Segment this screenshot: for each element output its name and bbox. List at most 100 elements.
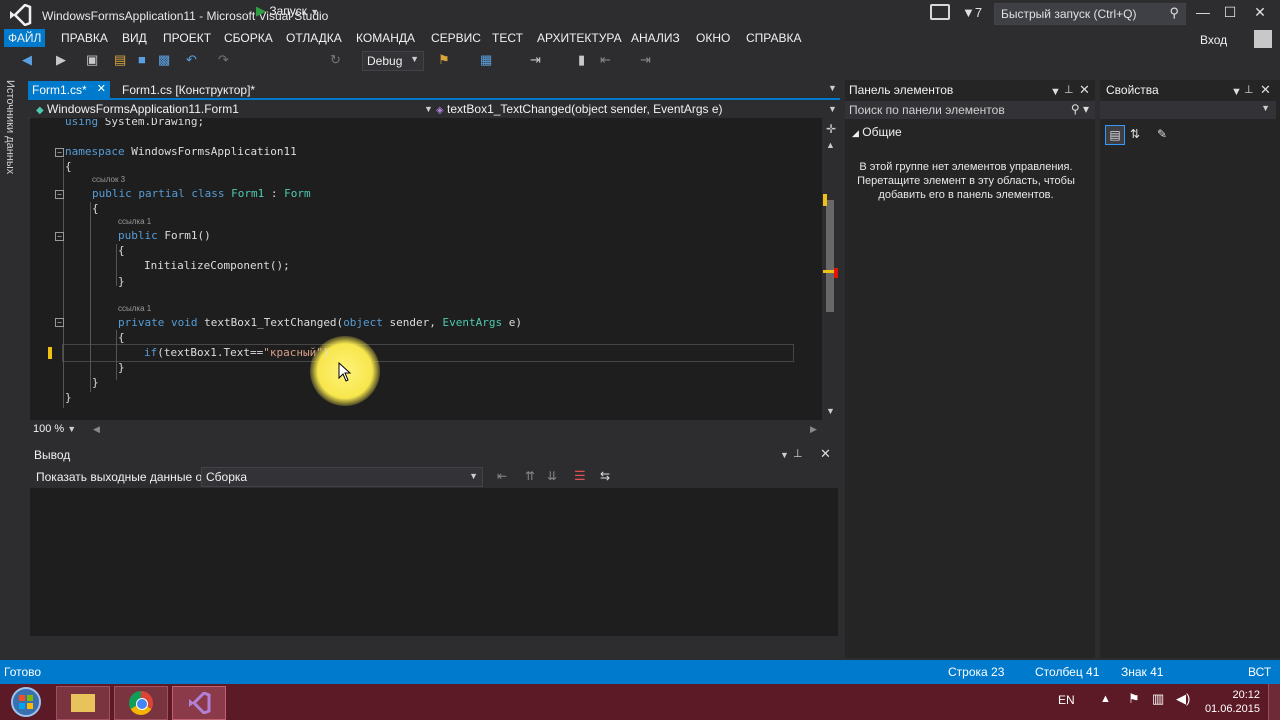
properties-title: Свойства xyxy=(1106,83,1159,97)
empty-message-line: В этой группе нет элементов управления. xyxy=(859,161,1073,173)
menu-view[interactable]: ВИД xyxy=(122,31,147,45)
data-sources-tab[interactable]: Источники данных xyxy=(4,80,16,174)
menu-tools[interactable]: СЕРВИС xyxy=(431,31,481,45)
chevron-down-icon[interactable]: ▼ xyxy=(828,83,837,93)
scrollbar-thumb[interactable] xyxy=(826,200,834,312)
next-message-icon[interactable]: ⇊ xyxy=(547,469,557,483)
scroll-down-icon[interactable]: ▼ xyxy=(826,406,835,416)
alphabetical-icon[interactable]: ⇅ xyxy=(1130,127,1140,141)
menu-team[interactable]: КОМАНДА xyxy=(356,31,415,45)
menu-test[interactable]: ТЕСТ xyxy=(492,31,523,45)
toolbox-group-general[interactable]: ◢ Общие xyxy=(852,125,902,139)
word-wrap-icon[interactable]: ⇆ xyxy=(600,469,610,483)
pin-icon[interactable]: ⊥ xyxy=(1064,83,1074,96)
close-icon[interactable]: ✕ xyxy=(97,82,106,95)
scroll-left-icon[interactable]: ◀ xyxy=(93,424,100,435)
menu-architecture[interactable]: АРХИТЕКТУРА xyxy=(537,31,622,45)
action-center-icon[interactable]: ⚑ xyxy=(1128,691,1140,707)
refresh-icon[interactable]: ↻ xyxy=(330,52,341,68)
chevron-down-icon[interactable]: ▼ xyxy=(828,104,837,114)
split-icon[interactable]: ✛ xyxy=(826,122,836,136)
step-icon[interactable]: ⇥ xyxy=(530,52,541,68)
solution-icon[interactable]: ▦ xyxy=(480,52,492,68)
bookmark-next-icon[interactable]: ⇥ xyxy=(640,52,651,68)
taskbar-clock[interactable]: 20:12 01.06.2015 xyxy=(1200,688,1260,716)
code-lens[interactable]: ссылка 1 xyxy=(118,217,151,226)
toolbox-search-input[interactable]: Поиск по панели элементов ⚲ ▾ xyxy=(845,101,1095,119)
close-window-button[interactable]: ✕ xyxy=(1250,4,1270,21)
pin-icon[interactable]: ⊥ xyxy=(1244,83,1254,96)
tray-expand-icon[interactable]: ▲ xyxy=(1100,693,1111,705)
clock-time: 20:12 xyxy=(1232,689,1260,701)
collapse-icon[interactable]: − xyxy=(55,148,64,157)
close-icon[interactable]: ✕ xyxy=(1260,82,1271,98)
show-desktop-button[interactable] xyxy=(1268,684,1280,720)
close-icon[interactable]: ✕ xyxy=(1079,82,1090,98)
menu-project[interactable]: ПРОЕКТ xyxy=(163,31,211,45)
visual-studio-taskbar-button[interactable] xyxy=(172,686,226,720)
new-project-icon[interactable]: ▣ xyxy=(86,52,98,68)
scroll-right-icon[interactable]: ▶ xyxy=(810,424,817,435)
undo-icon[interactable]: ↶ xyxy=(186,52,197,68)
zoom-level[interactable]: 100 % ▼ xyxy=(33,423,76,435)
prev-message-icon[interactable]: ⇈ xyxy=(525,469,535,483)
minimize-button[interactable]: — xyxy=(1193,4,1213,20)
forward-icon[interactable]: ▶ xyxy=(56,52,66,68)
chevron-down-icon[interactable]: ▼ xyxy=(1050,86,1061,98)
save-all-icon[interactable]: ▩ xyxy=(158,52,170,68)
tab-form1-cs[interactable]: Form1.cs* ✕ xyxy=(28,81,110,98)
save-icon[interactable]: ■ xyxy=(138,52,146,67)
menu-debug[interactable]: ОТЛАДКА xyxy=(286,31,342,45)
pin-icon[interactable]: ⊥ xyxy=(793,447,803,460)
output-source-select[interactable]: Сборка ▼ xyxy=(201,467,483,487)
find-icon[interactable]: ⚑ xyxy=(438,52,450,68)
menu-help[interactable]: СПРАВКА xyxy=(746,31,802,45)
chevron-down-icon[interactable]: ▼ xyxy=(780,450,789,460)
menu-build[interactable]: СБОРКА xyxy=(224,31,273,45)
tab-form1-designer[interactable]: Form1.cs [Конструктор]* xyxy=(122,83,255,97)
collapse-icon[interactable]: − xyxy=(55,318,64,327)
sign-in-link[interactable]: Вход xyxy=(1200,33,1227,47)
chevron-down-icon[interactable]: ▼ xyxy=(1231,86,1242,98)
menu-analyze[interactable]: АНАЛИЗ xyxy=(631,31,680,45)
scroll-up-icon[interactable]: ▲ xyxy=(826,140,835,150)
configuration-select[interactable]: Debug ▼ xyxy=(362,51,424,71)
properties-object-select[interactable]: ▼ xyxy=(1100,101,1276,119)
chevron-down-icon[interactable]: ▼ xyxy=(424,104,433,114)
open-file-icon[interactable]: ▤ xyxy=(114,52,126,68)
collapse-icon[interactable]: − xyxy=(55,232,64,241)
menu-file[interactable]: ФАЙЛ xyxy=(4,29,46,47)
windows-start-icon[interactable] xyxy=(4,684,46,720)
avatar[interactable] xyxy=(1254,30,1272,48)
menu-window[interactable]: ОКНО xyxy=(696,31,730,45)
feedback-icon[interactable] xyxy=(930,4,950,20)
volume-icon[interactable]: ◀) xyxy=(1176,691,1190,707)
chrome-taskbar-button[interactable] xyxy=(114,686,168,720)
code-editor[interactable]: − − − − using System.Drawing; namespace … xyxy=(30,118,822,420)
output-text-area[interactable] xyxy=(30,488,838,636)
start-button[interactable]: ▶ Запуск ▼ xyxy=(256,3,319,19)
maximize-button[interactable]: ☐ xyxy=(1220,4,1240,21)
notifications-icon[interactable]: ▼7 xyxy=(962,5,982,20)
close-icon[interactable]: ✕ xyxy=(820,446,831,462)
language-indicator[interactable]: EN xyxy=(1058,693,1075,707)
quick-launch-input[interactable]: Быстрый запуск (Ctrl+Q) ⚲ xyxy=(994,3,1186,25)
mouse-pointer-icon xyxy=(338,362,352,382)
categorized-icon[interactable]: ▤ xyxy=(1105,125,1125,145)
bookmark-prev-icon[interactable]: ⇤ xyxy=(600,52,611,68)
network-icon[interactable]: ▥ xyxy=(1152,691,1164,707)
menu-edit[interactable]: ПРАВКА xyxy=(61,31,108,45)
class-dropdown[interactable]: ◆ WindowsFormsApplication11.Form1 xyxy=(36,102,239,116)
collapse-icon[interactable]: − xyxy=(55,190,64,199)
back-icon[interactable]: ◀ xyxy=(22,52,32,68)
explorer-taskbar-button[interactable] xyxy=(56,686,110,720)
bookmark-icon[interactable]: ▮ xyxy=(578,52,585,68)
code-lens[interactable]: ссылок 3 xyxy=(92,175,125,184)
redo-icon[interactable]: ↷ xyxy=(218,52,229,68)
member-dropdown[interactable]: ◈ textBox1_TextChanged(object sender, Ev… xyxy=(436,102,723,116)
clear-all-icon[interactable]: ☰ xyxy=(574,468,586,484)
find-message-icon[interactable]: ⇤ xyxy=(497,469,507,483)
code-lens[interactable]: ссылка 1 xyxy=(118,304,151,313)
property-pages-icon[interactable]: ✎ xyxy=(1157,127,1167,141)
play-icon: ▶ xyxy=(256,3,266,18)
